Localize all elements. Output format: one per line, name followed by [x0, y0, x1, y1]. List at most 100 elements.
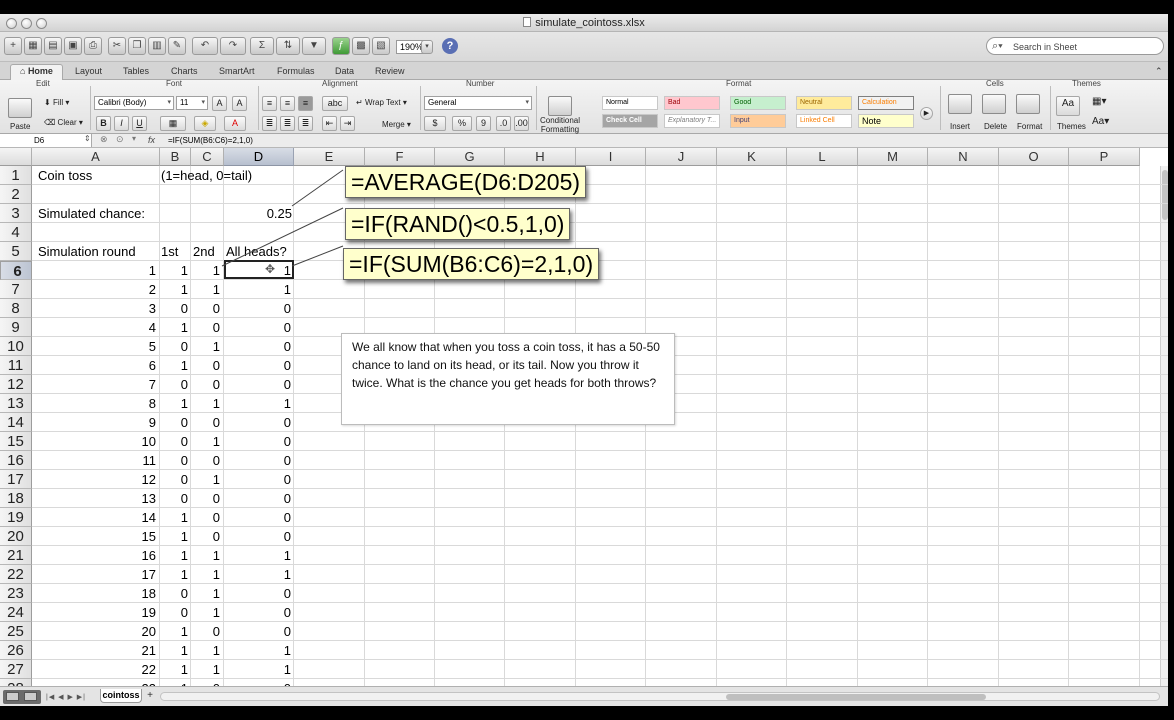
column-header-k[interactable]: K [717, 148, 787, 166]
view-buttons[interactable] [3, 690, 41, 704]
cell-first-toss[interactable]: 0 [160, 451, 188, 470]
cell-second-toss[interactable]: 1 [191, 546, 220, 565]
media-browser-icon[interactable]: ▩ [352, 37, 370, 55]
cell-round[interactable]: 18 [32, 584, 156, 603]
cell-round[interactable]: 3 [32, 299, 156, 318]
cell-second-toss[interactable]: 0 [191, 679, 220, 686]
cancel-formula-icon[interactable]: ⊗ [100, 134, 108, 145]
column-header-j[interactable]: J [646, 148, 717, 166]
cell-first-toss[interactable]: 1 [160, 356, 188, 375]
copy-icon[interactable]: ❐ [128, 37, 146, 55]
wrap-text-button[interactable]: ↵ Wrap Text ▾ [356, 98, 407, 107]
row-header-9[interactable]: 9 [0, 318, 32, 337]
cell-first-toss[interactable]: 1 [160, 660, 188, 679]
tab-smartart[interactable]: SmartArt [210, 65, 264, 79]
cell-round[interactable]: 21 [32, 641, 156, 660]
row-header-19[interactable]: 19 [0, 508, 32, 527]
cell-second-toss[interactable]: 0 [191, 318, 220, 337]
horizontal-scrollbar[interactable] [160, 692, 1160, 701]
tab-layout[interactable]: Layout [66, 65, 111, 79]
clear-button[interactable]: ⌫ Clear ▾ [44, 118, 83, 127]
decrease-indent-icon[interactable]: ⇤ [322, 116, 337, 131]
cell-all-heads[interactable]: 0 [224, 356, 291, 375]
row-header-20[interactable]: 20 [0, 527, 32, 546]
cell-all-heads[interactable]: 1 [224, 660, 291, 679]
cell-first-toss[interactable]: 1 [160, 527, 188, 546]
show-toolbox-icon[interactable]: ▧ [372, 37, 390, 55]
cell-all-heads[interactable]: 0 [224, 337, 291, 356]
cell-round[interactable]: 7 [32, 375, 156, 394]
cell-round[interactable]: 5 [32, 337, 156, 356]
column-header-d[interactable]: D [224, 148, 294, 166]
cell-a5[interactable]: Simulation round [38, 242, 136, 261]
cell-all-heads[interactable]: 0 [224, 679, 291, 686]
align-right-icon[interactable]: ≣ [298, 116, 313, 131]
delete-cells-icon[interactable] [982, 94, 1006, 114]
redo-icon[interactable]: ↷ [220, 37, 246, 55]
instruction-text-box[interactable]: We all know that when you toss a coin to… [341, 333, 675, 425]
column-header-i[interactable]: I [576, 148, 646, 166]
confirm-formula-icon[interactable]: ⊙ [116, 134, 124, 145]
conditional-formatting-icon[interactable] [548, 96, 572, 116]
styles-more-icon[interactable]: ▶ [920, 107, 933, 120]
row-header-17[interactable]: 17 [0, 470, 32, 489]
cell-a3[interactable]: Simulated chance: [38, 204, 145, 223]
style-linked-cell[interactable]: Linked Cell [796, 114, 852, 128]
cell-round[interactable]: 8 [32, 394, 156, 413]
row-header-10[interactable]: 10 [0, 337, 32, 356]
row-header-14[interactable]: 14 [0, 413, 32, 432]
normal-view-icon[interactable] [6, 692, 19, 701]
column-header-h[interactable]: H [505, 148, 576, 166]
row-header-6[interactable]: 6 [0, 261, 32, 280]
style-check-cell[interactable]: Check Cell [602, 114, 658, 128]
column-header-a[interactable]: A [32, 148, 160, 166]
align-bottom-icon[interactable]: ≡ [298, 96, 313, 111]
vertical-scrollbar[interactable] [1160, 166, 1168, 686]
cell-first-toss[interactable]: 0 [160, 337, 188, 356]
cell-round[interactable]: 1 [32, 261, 156, 280]
cell-all-heads[interactable]: 0 [224, 451, 291, 470]
page-layout-view-icon[interactable] [24, 692, 37, 701]
row-header-11[interactable]: 11 [0, 356, 32, 375]
row-header-18[interactable]: 18 [0, 489, 32, 508]
number-format-select[interactable]: General ▾ [424, 96, 532, 110]
style-calculation[interactable]: Calculation [858, 96, 914, 110]
decrease-font-icon[interactable]: A [232, 96, 247, 111]
cell-all-heads[interactable]: 0 [224, 299, 291, 318]
comma-button[interactable]: 9 [476, 116, 491, 131]
cell-b5[interactable]: 1st [161, 242, 178, 261]
insert-label[interactable]: Insert [950, 122, 970, 131]
cell-second-toss[interactable]: 0 [191, 413, 220, 432]
row-header-4[interactable]: 4 [0, 223, 32, 242]
align-middle-icon[interactable]: ≡ [280, 96, 295, 111]
row-header-26[interactable]: 26 [0, 641, 32, 660]
cell-first-toss[interactable]: 1 [160, 318, 188, 337]
horizontal-scroll-thumb[interactable] [726, 694, 986, 700]
cell-round[interactable]: 4 [32, 318, 156, 337]
cell-first-toss[interactable]: 1 [160, 261, 188, 280]
bold-button[interactable]: B [96, 116, 111, 131]
formula-input[interactable]: =IF(SUM(B6:C6)=2,1,0) [168, 134, 253, 147]
formula-builder-icon[interactable]: ƒ [332, 37, 350, 55]
cell-all-heads[interactable]: 0 [224, 432, 291, 451]
column-header-n[interactable]: N [928, 148, 999, 166]
cell-round[interactable]: 13 [32, 489, 156, 508]
paste-icon[interactable]: ▥ [148, 37, 166, 55]
zoom-dropdown-icon[interactable]: ▾ [421, 40, 433, 54]
increase-decimal-icon[interactable]: .0 [496, 116, 511, 131]
row-header-27[interactable]: 27 [0, 660, 32, 679]
row-header-13[interactable]: 13 [0, 394, 32, 413]
cell-second-toss[interactable]: 1 [191, 280, 220, 299]
cell-second-toss[interactable]: 0 [191, 527, 220, 546]
themes-icon[interactable]: Aa [1056, 96, 1080, 116]
italic-button[interactable]: I [114, 116, 129, 131]
cell-first-toss[interactable]: 0 [160, 432, 188, 451]
style-input[interactable]: Input [730, 114, 786, 128]
column-header-c[interactable]: C [191, 148, 224, 166]
font-color-icon[interactable]: A [224, 116, 246, 131]
row-header-12[interactable]: 12 [0, 375, 32, 394]
cell-round[interactable]: 12 [32, 470, 156, 489]
cell-second-toss[interactable]: 0 [191, 356, 220, 375]
cell-first-toss[interactable]: 0 [160, 299, 188, 318]
name-box[interactable]: D6 [0, 134, 92, 147]
